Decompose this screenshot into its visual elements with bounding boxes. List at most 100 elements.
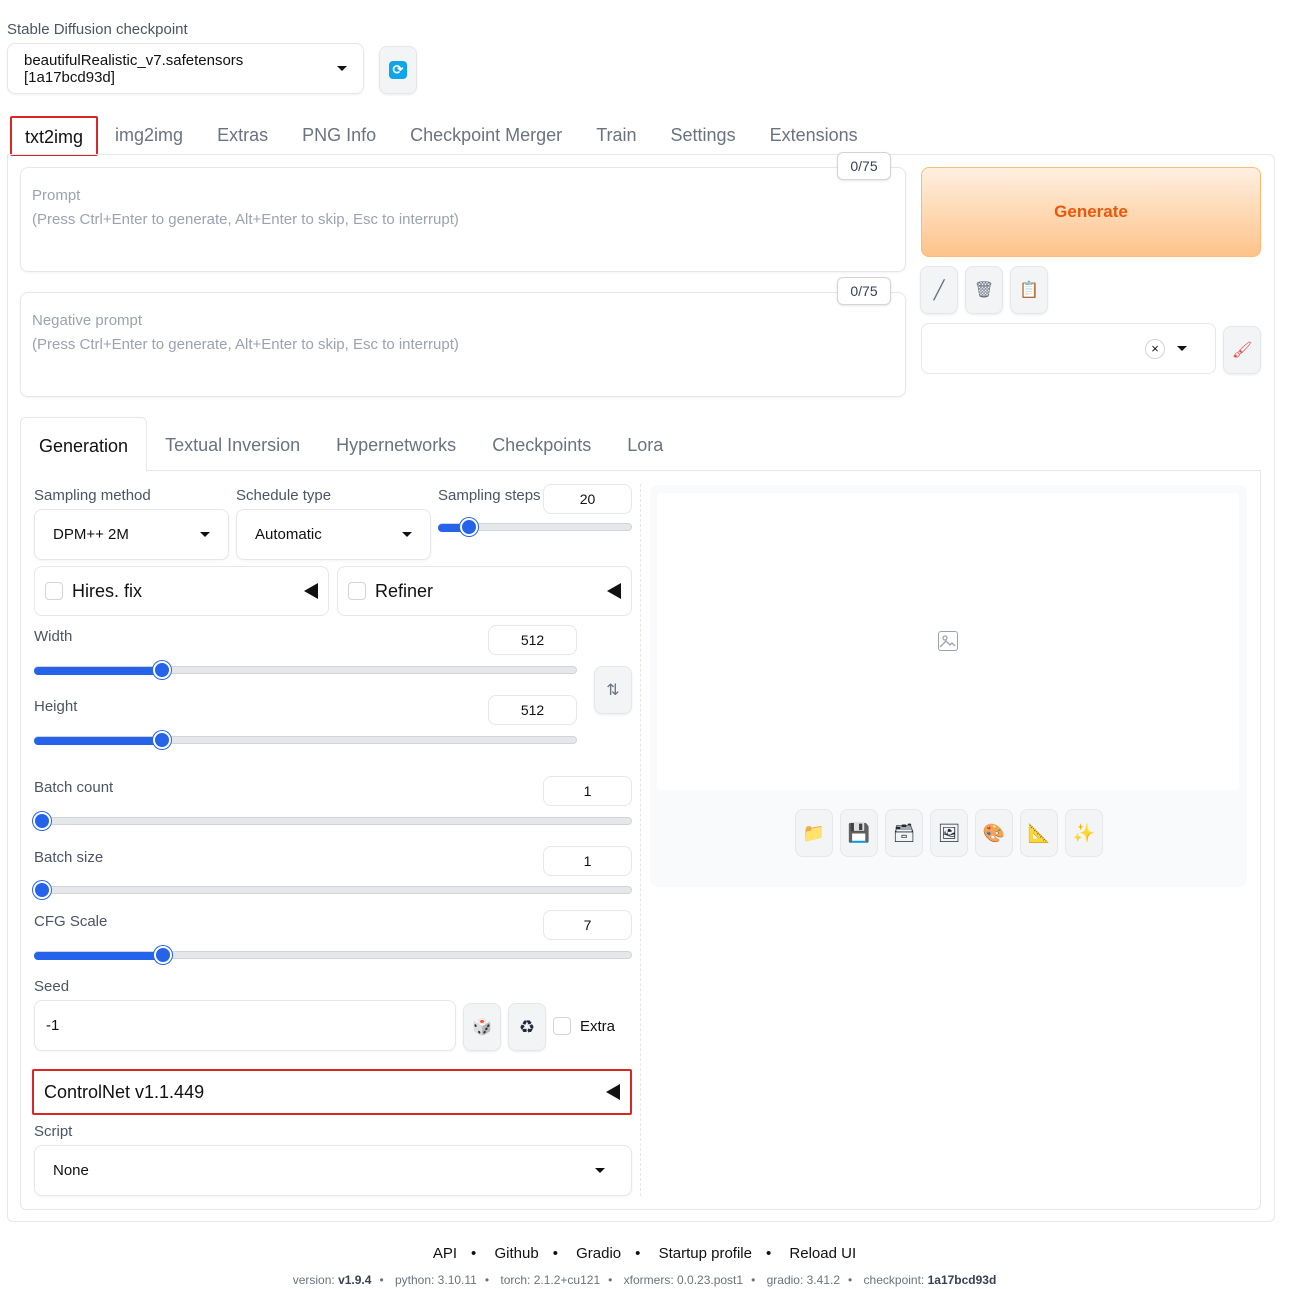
seed-input[interactable]: -1: [34, 1000, 456, 1051]
read-params-button[interactable]: ╱: [920, 266, 958, 314]
upscale-button[interactable]: ✨: [1065, 809, 1103, 857]
refiner-label: Refiner: [375, 580, 434, 601]
chevron-down-icon: [595, 1168, 605, 1173]
script-select[interactable]: None: [34, 1145, 632, 1196]
extra-checkbox[interactable]: [553, 1017, 571, 1035]
height-thumb[interactable]: [153, 731, 171, 749]
footer-link-github[interactable]: Github: [494, 1245, 538, 1262]
tab-train[interactable]: Train: [579, 116, 653, 156]
tab-checkpoint-merger[interactable]: Checkpoint Merger: [393, 116, 579, 156]
python-version: python: 3.10.11: [394, 1273, 477, 1287]
cfg-scale-fill: [34, 952, 163, 960]
reuse-seed-button[interactable]: ♻: [508, 1003, 546, 1051]
torch-version: torch: 2.1.2+cu121: [500, 1273, 601, 1287]
sampling-steps-thumb[interactable]: [460, 518, 478, 536]
prompt-input[interactable]: Prompt (Press Ctrl+Enter to generate, Al…: [20, 167, 906, 272]
batch-size-slider[interactable]: [34, 886, 632, 894]
hires-fix-label: Hires. fix: [72, 580, 143, 601]
styles-select[interactable]: ×: [921, 323, 1216, 374]
footer-link-gradio[interactable]: Gradio: [576, 1245, 621, 1262]
tab-settings[interactable]: Settings: [654, 116, 753, 156]
collapse-arrow-icon: [304, 583, 318, 599]
tab-img2img[interactable]: img2img: [98, 116, 200, 156]
footer-version-info: version: v1.9.4 • python: 3.10.11 • torch:…: [292, 1273, 997, 1287]
open-folder-button[interactable]: 📁: [795, 809, 833, 857]
collapse-arrow-icon: [607, 583, 621, 599]
brush-icon: 🖌: [1231, 342, 1253, 359]
checkpoint-label: Stable Diffusion checkpoint: [7, 21, 188, 38]
sampling-steps-label: Sampling steps: [438, 487, 541, 504]
tab-png-info[interactable]: PNG Info: [285, 116, 393, 156]
save-button[interactable]: 💾: [840, 809, 878, 857]
tab-extensions[interactable]: Extensions: [753, 116, 875, 156]
clear-icon[interactable]: ×: [1145, 338, 1165, 359]
sampling-steps-input[interactable]: 20: [543, 484, 632, 514]
seed-label: Seed: [34, 978, 70, 995]
subtab-hypernetworks[interactable]: Hypernetworks: [318, 417, 474, 470]
schedule-type-label: Schedule type: [236, 487, 332, 504]
dice-icon: 🎲: [472, 1019, 492, 1036]
swap-dimensions-button[interactable]: ⇅: [594, 666, 632, 714]
cfg-scale-thumb[interactable]: [154, 946, 172, 964]
image-placeholder-icon: [938, 631, 958, 651]
tab-extras[interactable]: Extras: [200, 116, 285, 156]
checkpoint-hash: 1a17bcd93d: [927, 1273, 997, 1287]
zip-button[interactable]: 🗃: [885, 809, 923, 857]
sampling-method-label: Sampling method: [34, 487, 151, 504]
sparkles-icon: ✨: [1072, 822, 1096, 843]
hires-fix-checkbox[interactable]: [45, 582, 63, 600]
refiner-accordion[interactable]: Refiner: [337, 566, 632, 616]
generate-button[interactable]: Generate: [921, 167, 1261, 257]
triangle-ruler-icon: 📐: [1027, 822, 1051, 843]
refiner-checkbox[interactable]: [348, 582, 366, 600]
swap-icon: ⇅: [606, 682, 620, 699]
height-input[interactable]: 512: [488, 695, 577, 725]
batch-size-input[interactable]: 1: [543, 846, 632, 876]
width-input[interactable]: 512: [488, 625, 577, 655]
clipboard-icon: 📋: [1019, 282, 1039, 299]
controlnet-label: ControlNet v1.1.449: [44, 1081, 205, 1102]
paste-styles-button[interactable]: 📋: [1010, 266, 1048, 314]
collapse-arrow-icon: [606, 1084, 620, 1100]
extra-seed-toggle[interactable]: Extra: [553, 1017, 615, 1035]
prompt-placeholder-title: Prompt: [32, 187, 81, 204]
sampling-method-value: DPM++ 2M: [53, 526, 129, 543]
send-to-img2img-button[interactable]: 🖼: [930, 809, 968, 857]
tab-txt2img[interactable]: txt2img: [10, 116, 99, 156]
width-thumb[interactable]: [153, 661, 171, 679]
batch-count-input[interactable]: 1: [543, 776, 632, 806]
refresh-icon: ⟳: [389, 61, 407, 79]
subtab-checkpoints[interactable]: Checkpoints: [474, 417, 609, 470]
batch-count-slider[interactable]: [34, 817, 632, 825]
random-seed-button[interactable]: 🎲: [463, 1003, 501, 1051]
script-value: None: [53, 1162, 89, 1179]
send-to-extras-button[interactable]: 📐: [1020, 809, 1058, 857]
schedule-type-select[interactable]: Automatic: [236, 509, 431, 560]
chevron-down-icon: [200, 532, 210, 537]
seed-value: -1: [46, 1017, 60, 1034]
refresh-checkpoint-button[interactable]: ⟳: [379, 46, 417, 94]
edit-styles-button[interactable]: 🖌: [1223, 326, 1261, 374]
recycle-icon: ♻: [518, 1016, 536, 1037]
generation-subtabs: Generation Textual Inversion Hypernetwor…: [20, 417, 1261, 472]
footer-link-reload-ui[interactable]: Reload UI: [789, 1245, 856, 1262]
save-icon: 💾: [847, 822, 871, 843]
cfg-scale-input[interactable]: 7: [543, 910, 632, 940]
negative-prompt-placeholder-hint: (Press Ctrl+Enter to generate, Alt+Enter…: [32, 336, 459, 353]
send-to-inpaint-button[interactable]: 🎨: [975, 809, 1013, 857]
batch-count-thumb[interactable]: [33, 812, 51, 830]
footer-link-startup-profile[interactable]: Startup profile: [659, 1245, 752, 1262]
clear-prompt-button[interactable]: 🗑: [965, 266, 1003, 314]
hires-fix-accordion[interactable]: Hires. fix: [34, 566, 329, 616]
controlnet-accordion[interactable]: ControlNet v1.1.449: [32, 1069, 632, 1115]
subtab-generation[interactable]: Generation: [20, 417, 148, 472]
subtab-lora[interactable]: Lora: [609, 417, 681, 470]
batch-size-thumb[interactable]: [33, 881, 51, 899]
checkpoint-select[interactable]: beautifulRealistic_v7.safetensors [1a17b…: [7, 43, 364, 94]
subtab-textual-inversion[interactable]: Textual Inversion: [147, 417, 318, 470]
footer-link-api[interactable]: API: [433, 1245, 457, 1262]
sampling-method-select[interactable]: DPM++ 2M: [34, 509, 229, 560]
checkpoint-value: beautifulRealistic_v7.safetensors [1a17b…: [24, 51, 244, 86]
gradio-version: gradio: 3.41.2: [766, 1273, 840, 1287]
negative-prompt-input[interactable]: Negative prompt (Press Ctrl+Enter to gen…: [20, 292, 906, 397]
